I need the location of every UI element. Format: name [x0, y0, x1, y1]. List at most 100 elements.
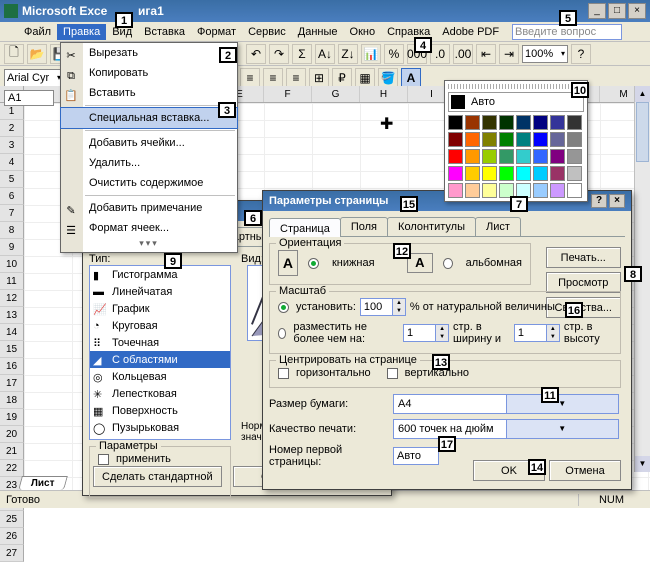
color-swatch[interactable]: [448, 115, 463, 130]
menu-window[interactable]: Окно: [344, 24, 382, 40]
new-button[interactable]: 🗋: [4, 44, 24, 64]
chart-type-item[interactable]: ⠿Точечная: [90, 334, 230, 351]
undo-button[interactable]: ↶: [246, 44, 266, 64]
percent-button[interactable]: %: [384, 44, 404, 64]
color-swatch[interactable]: [533, 115, 548, 130]
col-head-F[interactable]: F: [264, 86, 312, 102]
autosum-button[interactable]: Σ: [292, 44, 312, 64]
adjust-to-radio[interactable]: [278, 302, 289, 313]
increase-decimal-button[interactable]: .0: [430, 44, 450, 64]
color-swatch[interactable]: [567, 115, 582, 130]
quality-combo[interactable]: 600 точек на дюйм▼: [393, 419, 619, 439]
print-button[interactable]: Печать...: [546, 247, 621, 268]
decrease-indent-button[interactable]: ⇤: [476, 44, 496, 64]
landscape-radio[interactable]: [443, 258, 453, 269]
borders-button[interactable]: ▦: [355, 68, 375, 88]
edit-menu-item[interactable]: Добавить ячейки...: [61, 133, 237, 153]
menu-edit[interactable]: Правка: [57, 24, 106, 40]
color-swatch[interactable]: [550, 149, 565, 164]
chart-type-item[interactable]: ✳Лепестковая: [90, 385, 230, 402]
color-swatch[interactable]: [465, 132, 480, 147]
align-right-button[interactable]: ≡: [286, 68, 306, 88]
color-swatch[interactable]: [482, 132, 497, 147]
color-swatch[interactable]: [550, 115, 565, 130]
color-swatch[interactable]: [567, 183, 582, 198]
color-swatch[interactable]: [448, 183, 463, 198]
row-head-21[interactable]: 21: [0, 443, 24, 460]
chart-type-item[interactable]: ◯Пузырьковая: [90, 419, 230, 436]
row-head-27[interactable]: 27: [0, 545, 24, 562]
align-left-button[interactable]: ≡: [240, 68, 260, 88]
row-head-8[interactable]: 8: [0, 222, 24, 239]
increase-indent-button[interactable]: ⇥: [499, 44, 519, 64]
edit-menu-item[interactable]: Специальная вставка...: [61, 108, 237, 128]
font-name-combo[interactable]: Arial Cyr: [4, 69, 64, 87]
help-button[interactable]: ?: [571, 44, 591, 64]
menu-expand-icon[interactable]: ▾▾▾: [61, 238, 237, 252]
row-head-16[interactable]: 16: [0, 358, 24, 375]
color-swatch[interactable]: [550, 132, 565, 147]
make-default-button[interactable]: Сделать стандартной: [93, 466, 222, 487]
color-swatch[interactable]: [533, 183, 548, 198]
row-head-5[interactable]: 5: [0, 171, 24, 188]
color-swatch[interactable]: [550, 183, 565, 198]
row-head-10[interactable]: 10: [0, 256, 24, 273]
firstpage-input[interactable]: [393, 447, 439, 465]
color-swatch[interactable]: [482, 115, 497, 130]
page-dialog-close[interactable]: ×: [609, 194, 625, 208]
align-center-button[interactable]: ≡: [263, 68, 283, 88]
sort-asc-button[interactable]: A↓: [315, 44, 335, 64]
paper-combo[interactable]: A4▼: [393, 394, 619, 414]
menu-data[interactable]: Данные: [292, 24, 344, 40]
tab-margins[interactable]: Поля: [340, 217, 388, 236]
chart-type-item[interactable]: 📈График: [90, 300, 230, 317]
apply-checkbox[interactable]: [98, 454, 109, 465]
color-swatch[interactable]: [567, 132, 582, 147]
tab-sheet[interactable]: Лист: [475, 217, 521, 236]
scale-percent-spinner[interactable]: ▲▼: [360, 298, 406, 316]
merge-button[interactable]: ⊞: [309, 68, 329, 88]
edit-menu-item[interactable]: Очистить содержимое: [61, 173, 237, 193]
row-head-14[interactable]: 14: [0, 324, 24, 341]
chart-type-item[interactable]: ◔Круговая: [90, 317, 230, 334]
color-swatch[interactable]: [499, 149, 514, 164]
color-swatch[interactable]: [482, 166, 497, 181]
color-swatch[interactable]: [448, 166, 463, 181]
fit-to-radio[interactable]: [278, 328, 286, 339]
scroll-down-arrow[interactable]: ▼: [635, 456, 650, 472]
color-swatch[interactable]: [499, 132, 514, 147]
open-button[interactable]: 📂: [27, 44, 47, 64]
color-swatch[interactable]: [567, 149, 582, 164]
row-head-20[interactable]: 20: [0, 426, 24, 443]
chart-wizard-button[interactable]: 📊: [361, 44, 381, 64]
row-head-6[interactable]: 6: [0, 188, 24, 205]
preview-button[interactable]: Просмотр: [546, 272, 621, 293]
color-auto-button[interactable]: Авто: [448, 92, 584, 112]
color-swatch[interactable]: [499, 115, 514, 130]
sort-desc-button[interactable]: Z↓: [338, 44, 358, 64]
color-swatch[interactable]: [516, 166, 531, 181]
menu-adobe-pdf[interactable]: Adobe PDF: [436, 24, 505, 40]
center-horiz-check[interactable]: [278, 368, 289, 379]
edit-menu-item[interactable]: 📋Вставить: [61, 83, 237, 103]
edit-menu-item[interactable]: ✂Вырезать: [61, 43, 237, 63]
portrait-radio[interactable]: [308, 258, 319, 269]
row-head-19[interactable]: 19: [0, 409, 24, 426]
row-head-2[interactable]: 2: [0, 120, 24, 137]
fit-height-spinner[interactable]: ▲▼: [514, 324, 560, 342]
chart-type-item[interactable]: ▦Поверхность: [90, 402, 230, 419]
color-swatch[interactable]: [465, 149, 480, 164]
color-swatch[interactable]: [448, 149, 463, 164]
tab-page[interactable]: Страница: [269, 218, 341, 237]
color-swatch[interactable]: [550, 166, 565, 181]
row-head-17[interactable]: 17: [0, 375, 24, 392]
scroll-thumb[interactable]: [636, 102, 649, 162]
row-head-7[interactable]: 7: [0, 205, 24, 222]
row-head-3[interactable]: 3: [0, 137, 24, 154]
color-swatch[interactable]: [465, 183, 480, 198]
row-head-15[interactable]: 15: [0, 341, 24, 358]
edit-menu-item[interactable]: ⧉Копировать: [61, 63, 237, 83]
currency-button[interactable]: ₽: [332, 68, 352, 88]
chart-type-item[interactable]: ▮Гистограмма: [90, 266, 230, 283]
fill-color-button[interactable]: 🪣: [378, 68, 398, 88]
